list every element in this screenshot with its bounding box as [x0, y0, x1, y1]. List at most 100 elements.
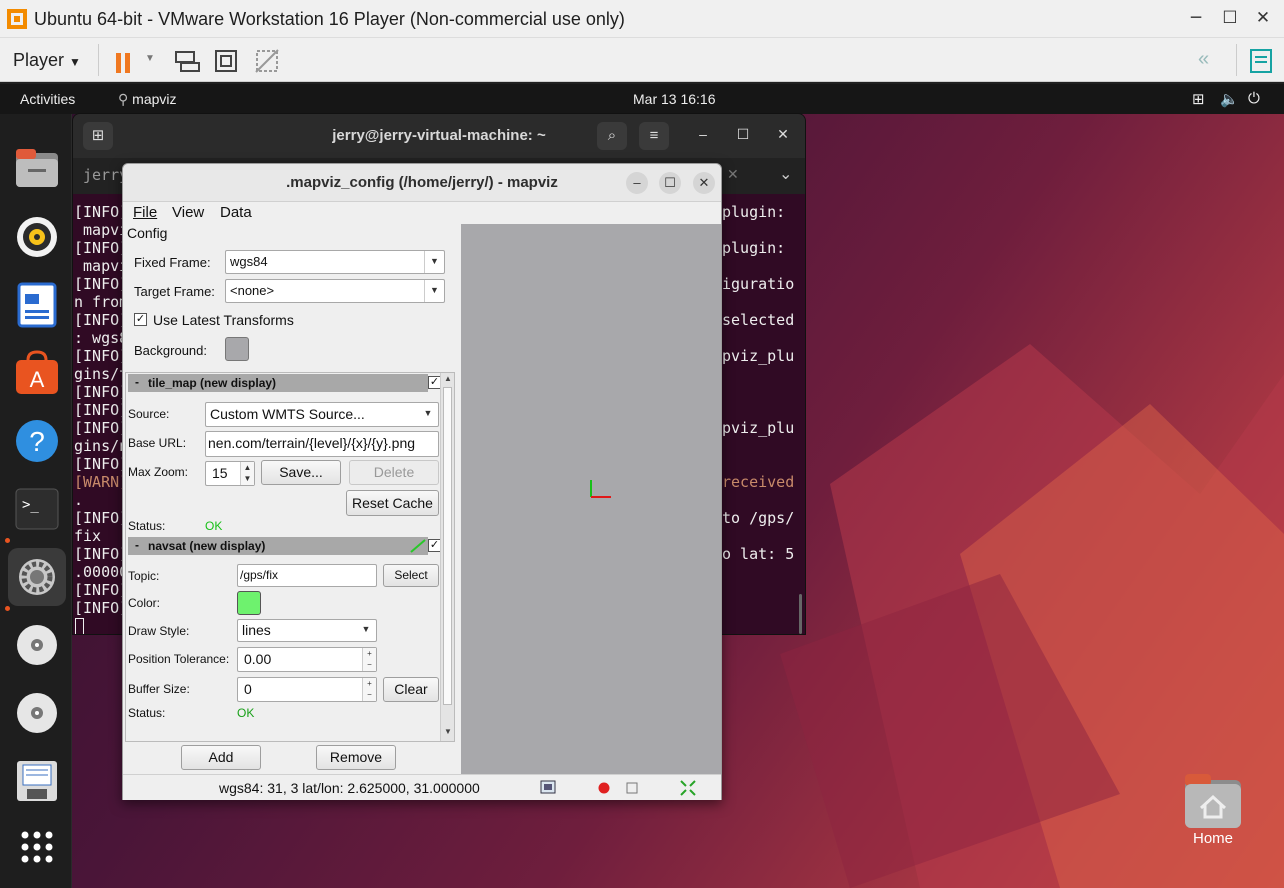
spin-arrows-icon[interactable]: ▲ ▼ — [240, 462, 254, 485]
position-tolerance-spinbox[interactable]: 0.00 — [237, 647, 377, 672]
scroll-down-icon[interactable]: ▼ — [444, 727, 452, 736]
plugin-list-scrollbar[interactable]: ▲ ▼ — [440, 373, 454, 741]
collapse-toggle[interactable]: - — [135, 375, 139, 389]
buffer-size-label: Buffer Size: — [128, 682, 190, 696]
terminal-line: . — [74, 491, 84, 509]
mapviz-menu-bar: File View Data — [123, 202, 721, 224]
menu-data[interactable]: Data — [220, 204, 252, 221]
disc-icon[interactable] — [8, 616, 66, 674]
minimize-button[interactable]: ─ — [1185, 8, 1207, 28]
player-menu-button[interactable]: Player ▼ — [13, 50, 81, 71]
select-topic-button[interactable]: Select — [383, 564, 439, 587]
terminal-line: [INFO] — [74, 401, 129, 419]
add-button[interactable]: Add — [181, 745, 261, 770]
scroll-up-icon[interactable]: ▲ — [444, 374, 452, 383]
power-icon[interactable]: ⏻ — [1248, 90, 1260, 107]
terminal-line: [INFO] — [74, 545, 129, 563]
app-grid-icon[interactable] — [8, 818, 66, 876]
clock[interactable]: Mar 13 16:16 — [633, 91, 716, 107]
fullscreen-icon[interactable] — [212, 46, 240, 74]
use-latest-transforms-checkbox[interactable]: ✓ — [134, 313, 147, 326]
chevron-down-icon: ▼ — [361, 624, 371, 634]
buffer-size-spinbox[interactable]: 0 — [237, 677, 377, 702]
send-ctrl-alt-del-icon[interactable] — [172, 46, 200, 74]
topic-input[interactable]: /gps/fix — [237, 564, 377, 587]
home-folder-icon[interactable] — [1183, 772, 1243, 830]
settings-icon[interactable] — [8, 548, 66, 606]
tile-map-header[interactable]: - tile_map (new display) — [128, 374, 428, 392]
mapviz-status-bar: wgs84: 31, 3 lat/lon: 2.625000, 31.00000… — [123, 774, 721, 800]
writer-icon[interactable] — [8, 276, 66, 334]
network-icon[interactable]: ⊞ — [1192, 90, 1205, 108]
terminal-line: selected — [722, 311, 795, 329]
screenshot-icon[interactable] — [540, 780, 556, 794]
fixed-frame-label: Fixed Frame: — [134, 255, 211, 270]
target-frame-value: <none> — [230, 283, 275, 298]
max-zoom-label: Max Zoom: — [128, 465, 189, 479]
terminal-maximize-button[interactable]: ☐ — [733, 126, 753, 143]
maximize-button[interactable]: ☐ — [1219, 8, 1241, 28]
help-icon[interactable]: ? — [8, 412, 66, 470]
record-icon[interactable] — [597, 781, 611, 795]
frame-axes-icon — [590, 480, 611, 498]
app-menu[interactable]: ⚲ mapviz — [118, 91, 177, 108]
draw-style-combo[interactable]: lines ▼ — [237, 619, 377, 642]
fixed-frame-combo[interactable]: wgs84 ▼ — [225, 250, 445, 274]
background-label: Background: — [134, 343, 207, 358]
terminal-minimize-button[interactable]: – — [693, 126, 713, 142]
terminal-close-button[interactable]: ✕ — [773, 126, 793, 143]
terminal-icon[interactable]: >_ — [8, 480, 66, 538]
hamburger-menu-icon[interactable]: ≡ — [639, 122, 669, 150]
fit-view-icon[interactable] — [679, 779, 697, 797]
terminal-line: : wgs8 — [74, 329, 129, 347]
remove-button[interactable]: Remove — [316, 745, 396, 770]
delete-button[interactable]: Delete — [349, 460, 439, 485]
base-url-input[interactable]: nen.com/terrain/{level}/{x}/{y}.png — [205, 431, 439, 457]
pause-dropdown-icon[interactable]: ▼ — [145, 53, 155, 81]
background-color-button[interactable] — [225, 337, 249, 361]
terminal-line: plugin: — [722, 203, 786, 221]
files-icon[interactable] — [8, 140, 66, 198]
close-button[interactable]: ✕ — [1252, 8, 1274, 28]
disc-icon[interactable] — [8, 684, 66, 742]
search-icon[interactable]: ⌕ — [597, 122, 627, 150]
navsat-color-button[interactable] — [237, 591, 261, 615]
mapviz-minimize-button[interactable]: – — [626, 172, 648, 194]
unity-mode-icon[interactable] — [253, 46, 281, 74]
tab-list-chevron-icon[interactable]: ⌄ — [779, 164, 792, 184]
spin-arrows-icon[interactable]: + − — [362, 648, 376, 671]
home-folder-label[interactable]: Home — [1193, 830, 1233, 847]
terminal-scrollbar[interactable] — [799, 594, 802, 634]
terminal-line: o lat: 5 — [722, 545, 795, 563]
terminal-line: mapvi — [74, 257, 129, 275]
activities-button[interactable]: Activities — [20, 91, 75, 107]
chevron-down-icon: ▼ — [424, 251, 444, 273]
source-combo[interactable]: Custom WMTS Source... ▼ — [205, 402, 439, 427]
terminal-line: to /gps/ — [722, 509, 795, 527]
terminal-line: pviz_plu — [722, 347, 795, 365]
notes-icon[interactable] — [1248, 46, 1274, 74]
save-button[interactable]: Save... — [261, 460, 341, 485]
stop-icon[interactable] — [625, 781, 639, 795]
plugin-list-panel: - tile_map (new display) ✓ Source: Custo… — [125, 372, 455, 742]
spin-arrows-icon[interactable]: + − — [362, 678, 376, 701]
floppy-icon[interactable] — [8, 752, 66, 810]
scrollbar-thumb[interactable] — [443, 387, 452, 705]
terminal-line: gins/t — [74, 365, 129, 383]
collapse-toolbar-icon[interactable]: « — [1198, 48, 1209, 76]
target-frame-combo[interactable]: <none> ▼ — [225, 279, 445, 303]
map-viewport[interactable] — [461, 224, 721, 774]
menu-view[interactable]: View — [172, 204, 204, 221]
rhythmbox-icon[interactable] — [8, 208, 66, 266]
tab-close-icon[interactable]: ✕ — [727, 166, 739, 183]
menu-file[interactable]: File — [133, 204, 157, 221]
mapviz-maximize-button[interactable]: ☐ — [659, 172, 681, 194]
clear-button[interactable]: Clear — [383, 677, 439, 702]
collapse-toggle[interactable]: - — [135, 538, 139, 552]
navsat-header[interactable]: - navsat (new display) — [128, 537, 428, 555]
reset-cache-button[interactable]: Reset Cache — [346, 490, 439, 516]
mapviz-close-button[interactable]: ✕ — [693, 172, 715, 194]
volume-icon[interactable]: 🔈 — [1220, 90, 1239, 108]
pause-icon[interactable] — [112, 46, 138, 74]
app-center-icon[interactable]: A — [8, 344, 66, 402]
